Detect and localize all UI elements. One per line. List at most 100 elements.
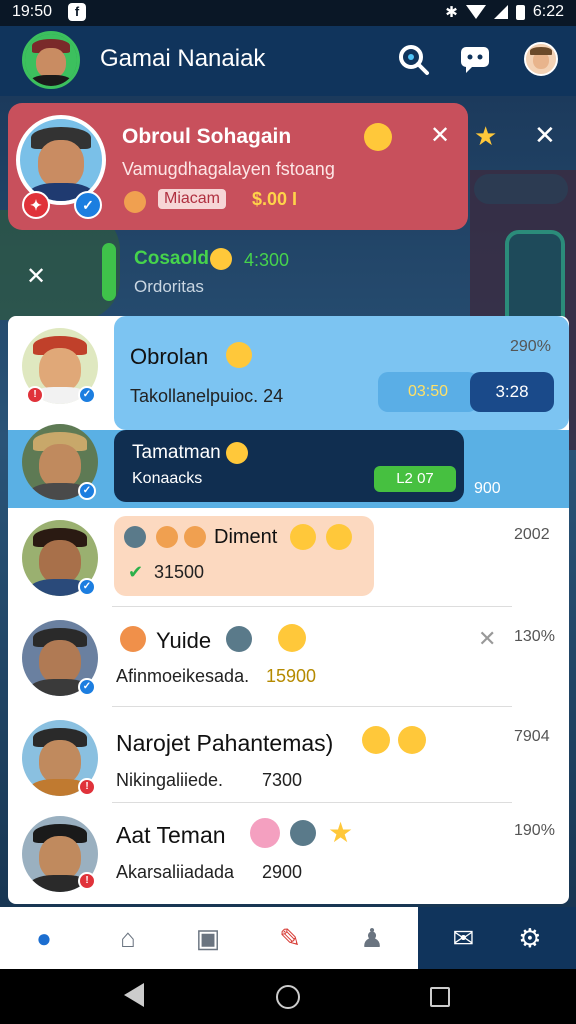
dismiss-icon[interactable]: ✕ bbox=[26, 262, 46, 291]
close-icon[interactable]: ✕ bbox=[534, 120, 556, 151]
chat-time: 130% bbox=[514, 628, 555, 645]
notification2-title: Cosaold bbox=[134, 248, 209, 269]
app-header: Gamai Nanaiak bbox=[0, 26, 576, 96]
chat-row[interactable]: ! ✓ Obrolan 290% Takollanelpuioc. 24 03:… bbox=[8, 316, 569, 430]
emoji-icon bbox=[120, 626, 146, 652]
reaction-emoji-icon bbox=[124, 191, 146, 213]
status-bar: 19:50 f ✱ 6:22 bbox=[0, 0, 576, 26]
chat-row[interactable]: ✓ Tamatman Konaacks L2 07 900 bbox=[8, 424, 569, 508]
avatar-face bbox=[25, 34, 77, 86]
online-indicator bbox=[102, 243, 116, 301]
alert-badge-icon: ! bbox=[78, 778, 96, 796]
badge-icon: ! bbox=[26, 386, 44, 404]
kiss-emoji-icon bbox=[278, 624, 306, 652]
chat-message: 31500 bbox=[154, 562, 205, 582]
check-icon: ✔ bbox=[128, 562, 144, 582]
chat-name: Tamatman bbox=[132, 442, 221, 463]
notification-amount: $.00 I bbox=[252, 189, 298, 209]
chat-row[interactable]: ! Aat Teman ★ 190% Akarsaliiadada 2900 bbox=[8, 804, 569, 904]
emoji-icon bbox=[226, 442, 248, 464]
clap-emoji-icon bbox=[156, 526, 178, 548]
chat-list: ! ✓ Obrolan 290% Takollanelpuioc. 24 03:… bbox=[8, 316, 569, 904]
wifi-icon bbox=[465, 5, 486, 19]
notification-card[interactable]: ✦ ✓ Obroul Sohagain Vamugdhagalayen fsto… bbox=[8, 103, 468, 230]
chat-message: Akarsaliiadada bbox=[116, 862, 235, 882]
status-icons: ✱ 6:22 bbox=[445, 3, 564, 21]
status-pill[interactable]: L2 07 bbox=[374, 466, 456, 492]
chat-name: Yuide bbox=[156, 628, 212, 653]
user-avatar-small[interactable] bbox=[524, 42, 558, 76]
app-title: Gamai Nanaiak bbox=[100, 45, 266, 72]
back-icon[interactable] bbox=[124, 983, 144, 1007]
notification2-time: 4:300 bbox=[244, 250, 290, 270]
alert-badge-icon: ! bbox=[78, 872, 96, 890]
verified-icon: ✓ bbox=[78, 678, 96, 696]
chat-row[interactable]: ✓ Diment ✔ 31500 2002 bbox=[8, 512, 569, 604]
battery-icon bbox=[515, 4, 525, 20]
smile-emoji-icon bbox=[226, 342, 252, 368]
gear-icon: ⚙ bbox=[518, 922, 542, 953]
star-icon: ★ bbox=[328, 817, 354, 848]
folder-icon[interactable]: ▣ bbox=[176, 907, 240, 969]
score-pill[interactable]: 3:28 bbox=[470, 372, 554, 412]
search-icon[interactable] bbox=[396, 42, 430, 76]
home-icon[interactable]: ⌂ bbox=[96, 907, 160, 969]
clap-emoji-icon bbox=[184, 526, 206, 548]
chat-amount: 2900 bbox=[262, 862, 303, 882]
divider bbox=[112, 606, 512, 607]
bluetooth-icon: ✱ bbox=[445, 4, 458, 21]
chat-message: Nikingaliiede. bbox=[116, 770, 224, 790]
divider bbox=[112, 706, 512, 707]
divider bbox=[112, 802, 512, 803]
chat-name: Narojet Pahantemas) bbox=[116, 730, 334, 756]
verified-icon: ✓ bbox=[78, 386, 96, 404]
profile-avatar[interactable] bbox=[22, 31, 80, 89]
group-icon[interactable]: ♟ bbox=[340, 907, 404, 969]
status-time: 19:50 bbox=[12, 3, 53, 20]
messages-tab[interactable]: ✉ ⚙ bbox=[418, 907, 576, 969]
kiss-emoji-icon bbox=[364, 123, 392, 151]
notification-subtitle: Vamugdhagalayen fstoang bbox=[122, 159, 335, 179]
people-icon[interactable]: ● bbox=[12, 907, 76, 969]
home-button-icon[interactable] bbox=[276, 985, 300, 1009]
chat-name: Obrolan bbox=[130, 344, 209, 369]
chat-row[interactable]: ✓ Yuide ✕ 130% Afinmoeikesada. 15900 bbox=[8, 608, 569, 704]
chat-name: Diment bbox=[214, 526, 278, 548]
system-nav-bar bbox=[0, 969, 576, 1024]
verified-badge-icon: ✓ bbox=[74, 191, 102, 219]
chat-icon[interactable] bbox=[458, 42, 492, 76]
facebook-icon: f bbox=[68, 3, 86, 21]
chat-amount: 7300 bbox=[262, 770, 303, 790]
status-clock: 6:22 bbox=[532, 3, 564, 20]
chat-time: 900 bbox=[474, 480, 501, 497]
avatar-emoji-icon bbox=[226, 626, 252, 652]
pig-emoji-icon bbox=[250, 818, 280, 848]
chat-amount: 15900 bbox=[266, 666, 317, 686]
chat-time: 7904 bbox=[514, 728, 550, 745]
chat-message: Konaacks bbox=[132, 470, 203, 487]
bottom-nav: ● ⌂ ▣ ✎ ♟ ✉ ⚙ bbox=[0, 907, 576, 969]
chat-message: Afinmoeikesada. bbox=[116, 666, 250, 686]
heart-eyes-emoji-icon bbox=[398, 726, 426, 754]
kiss-emoji-icon bbox=[290, 524, 316, 550]
chat-time: 190% bbox=[514, 822, 555, 839]
chat-name: Aat Teman bbox=[116, 822, 226, 848]
chat-row[interactable]: ! Narojet Pahantemas) 7904 Nikingaliiede… bbox=[8, 708, 569, 804]
mute-icon[interactable]: ✕ bbox=[478, 626, 496, 652]
verified-icon: ✓ bbox=[78, 482, 96, 500]
compose-icon: ✉ bbox=[452, 922, 475, 953]
search-pill[interactable] bbox=[474, 174, 568, 204]
close-icon[interactable]: ✕ bbox=[430, 121, 450, 150]
notification2-subtitle: Ordoritas bbox=[134, 277, 204, 296]
verified-icon: ✓ bbox=[78, 578, 96, 596]
star-icon[interactable]: ★ bbox=[474, 121, 497, 152]
smile-emoji-icon bbox=[326, 524, 352, 550]
chat-time: 290% bbox=[510, 338, 551, 355]
avatar-emoji-icon bbox=[290, 820, 316, 846]
edit-icon[interactable]: ✎ bbox=[258, 907, 322, 969]
emoji-icon bbox=[210, 248, 232, 270]
chat-time: 2002 bbox=[514, 526, 550, 543]
chat-message: Takollanelpuioc. 24 bbox=[130, 386, 284, 406]
time-pill[interactable]: 03:50 bbox=[378, 372, 478, 412]
recent-apps-icon[interactable] bbox=[430, 987, 450, 1007]
